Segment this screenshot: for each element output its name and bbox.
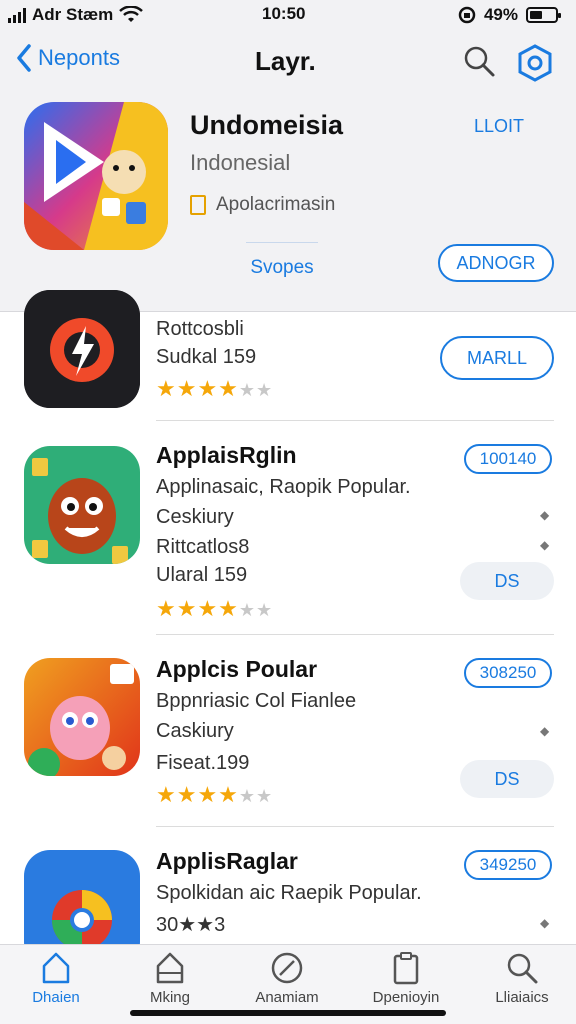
tab-anamiam[interactable]: Anamiam bbox=[237, 951, 337, 1006]
document-icon bbox=[190, 195, 206, 215]
signal-icon bbox=[8, 7, 26, 23]
featured-title: Undomeisia bbox=[190, 110, 344, 140]
app-line: Ularal 159 bbox=[156, 564, 248, 586]
tab-search[interactable]: Lliaiaics bbox=[472, 951, 572, 1006]
get-button[interactable]: DS bbox=[460, 760, 554, 798]
battery-percent: 49% bbox=[483, 5, 518, 24]
price-button[interactable]: 308250 bbox=[464, 658, 552, 688]
box-icon bbox=[156, 952, 184, 984]
app-name: Applcis Poular bbox=[156, 656, 318, 682]
get-button[interactable]: DS bbox=[460, 562, 554, 600]
app-line: Rittcatlos8 bbox=[156, 536, 250, 558]
status-time: 10:50 bbox=[262, 4, 306, 23]
search-icon bbox=[507, 953, 538, 984]
carrier-label: Adr Stæm bbox=[32, 5, 114, 24]
page-title: Layr. bbox=[255, 46, 316, 76]
battery-icon bbox=[526, 7, 561, 23]
header: Neponts Layr. Undomeisia Indonesial Apol… bbox=[0, 30, 576, 312]
tab-making[interactable]: Mking bbox=[120, 951, 220, 1006]
home-indicator[interactable] bbox=[130, 1010, 446, 1016]
app-line: Sudkal 159 bbox=[156, 346, 257, 368]
featured-category: Apolacrimasin bbox=[190, 194, 335, 216]
app-line: Rottcosbli bbox=[156, 318, 244, 340]
back-label: Neponts bbox=[38, 45, 120, 70]
app-icon-3[interactable] bbox=[24, 658, 140, 776]
featured-link[interactable]: LLOIT bbox=[474, 116, 524, 137]
home-icon bbox=[42, 952, 70, 984]
featured-app-icon[interactable] bbox=[24, 102, 168, 250]
star-rating: ★★★★★★ bbox=[156, 376, 274, 401]
tab-label: Dhaien bbox=[32, 989, 80, 1006]
app-line: 30★★3 bbox=[156, 914, 226, 936]
star-rating: ★★★★★★ bbox=[156, 782, 274, 807]
install-button[interactable]: MARLL bbox=[440, 336, 554, 380]
diamond-icon: ◆ bbox=[540, 508, 550, 522]
status-bar: Adr Stæm 10:50 49% bbox=[0, 0, 576, 30]
app-line: Fiseat.199 bbox=[156, 752, 250, 774]
orientation-lock-icon bbox=[458, 6, 476, 24]
app-name: ApplisRaglar bbox=[156, 848, 298, 874]
tab-today[interactable]: Dhaien bbox=[6, 951, 106, 1006]
wifi-icon bbox=[119, 6, 144, 22]
status-left: Adr Stæm bbox=[8, 5, 144, 25]
tab-label: Lliaiaics bbox=[495, 989, 549, 1006]
tab-dpenioyin[interactable]: Dpenioyin bbox=[356, 951, 456, 1006]
star-rating: ★★★★★★ bbox=[156, 596, 274, 621]
tab-label: Mking bbox=[149, 989, 190, 1006]
back-button[interactable]: Neponts bbox=[16, 44, 120, 72]
diamond-icon: ◆ bbox=[540, 538, 550, 552]
row-divider bbox=[156, 826, 554, 827]
featured-subtitle: Indonesial bbox=[190, 150, 291, 175]
featured-get-button[interactable]: ADNOGR bbox=[438, 244, 554, 282]
app-line: Caskiury bbox=[156, 720, 234, 742]
app-icon-1[interactable] bbox=[24, 290, 140, 408]
price-button[interactable]: 100140 bbox=[464, 444, 552, 474]
row-divider bbox=[156, 420, 554, 421]
app-line: Spolkidan aic Raepik Popular. bbox=[156, 882, 422, 904]
app-name: ApplaisRglin bbox=[156, 442, 297, 468]
status-right: 49% bbox=[458, 5, 561, 25]
app-icon-2[interactable] bbox=[24, 446, 140, 564]
chevron-left-icon bbox=[17, 44, 31, 72]
app-line: Applinasaic, Raopik Popular. bbox=[156, 476, 411, 498]
diamond-icon: ◆ bbox=[540, 916, 550, 930]
price-button[interactable]: 349250 bbox=[464, 850, 552, 880]
row-divider bbox=[156, 634, 554, 635]
clipboard-icon bbox=[393, 952, 419, 985]
diamond-icon: ◆ bbox=[540, 724, 550, 738]
tab-label: Anamiam bbox=[255, 989, 319, 1006]
category-label: Apolacrimasin bbox=[216, 194, 336, 215]
search-icon[interactable] bbox=[462, 44, 496, 78]
app-line: Ceskiury bbox=[156, 506, 234, 528]
gear-icon[interactable] bbox=[516, 44, 554, 82]
app-line: Bppnriasic Col Fianlee bbox=[156, 690, 357, 712]
tab-label: Dpenioyin bbox=[372, 989, 440, 1006]
tab-svopes[interactable]: Svopes bbox=[246, 242, 318, 279]
compass-icon bbox=[271, 952, 303, 984]
